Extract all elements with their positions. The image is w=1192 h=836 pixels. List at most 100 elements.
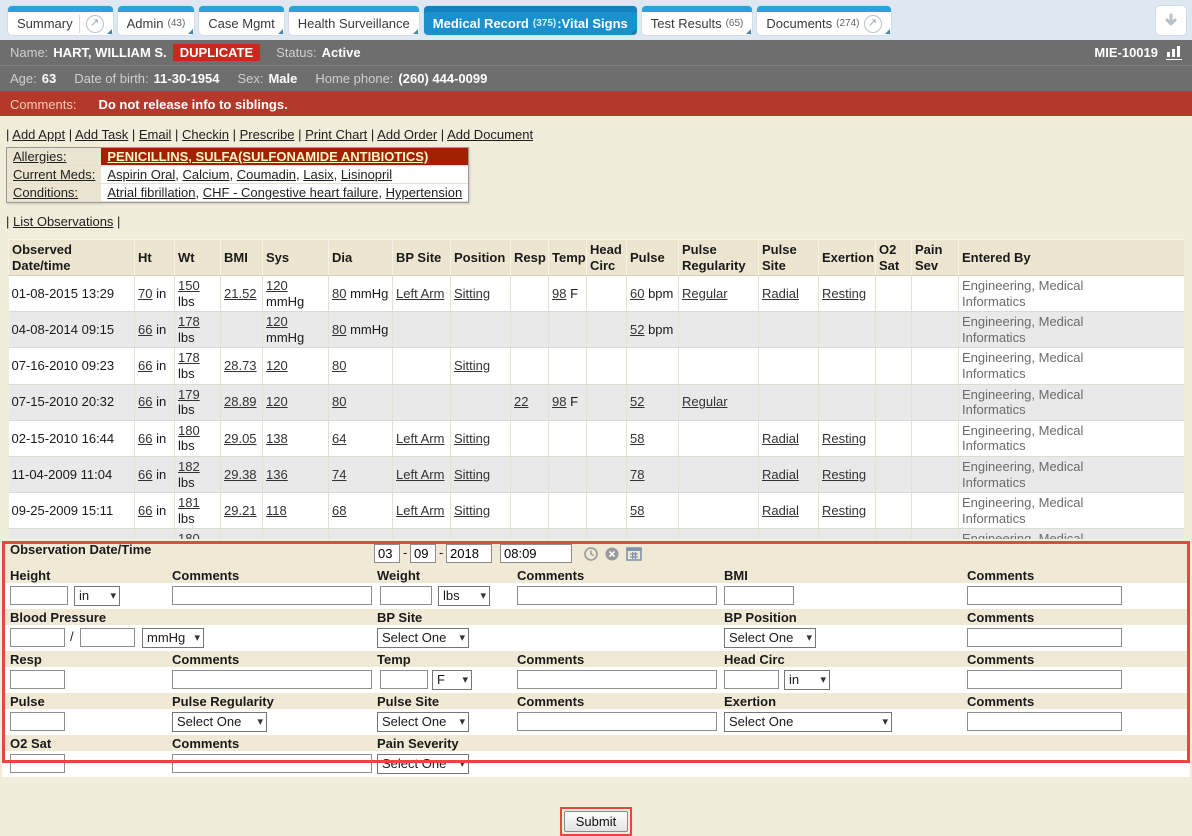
tab-documents[interactable]: Documents (274) ↗ [757, 6, 890, 35]
exertion-comments-input[interactable] [967, 712, 1122, 731]
observation-value-link[interactable]: 180 [178, 423, 200, 438]
observation-value-link[interactable]: Left Arm [396, 286, 444, 301]
head-circ-input[interactable] [724, 670, 779, 689]
current-meds-link[interactable]: Current Meds: [13, 167, 95, 182]
action-link-checkin[interactable]: Checkin [182, 127, 229, 142]
exertion-select[interactable]: Select One [724, 712, 892, 732]
observation-value-link[interactable]: 98 [552, 286, 566, 301]
observation-value-link[interactable]: 118 [266, 503, 287, 518]
med-link[interactable]: Lisinopril [341, 167, 392, 182]
observation-value-link[interactable]: Left Arm [396, 467, 444, 482]
observation-value-link[interactable]: 180 [178, 531, 200, 539]
observation-value-link[interactable]: Sitting [454, 503, 490, 518]
condition-link[interactable]: Atrial fibrillation [107, 185, 195, 200]
bp-site-select[interactable]: Select One [377, 628, 469, 648]
bp-unit-select[interactable]: mmHg [142, 628, 204, 648]
clear-icon[interactable] [605, 547, 619, 561]
med-link[interactable]: Aspirin Oral [107, 167, 175, 182]
bar-chart-icon[interactable] [1166, 45, 1182, 60]
condition-link[interactable]: Hypertension [386, 185, 463, 200]
observation-value-link[interactable]: 29.21 [224, 503, 257, 518]
resp-comments-input[interactable] [172, 670, 372, 689]
observation-value-link[interactable]: 178 [178, 314, 200, 329]
observation-value-link[interactable]: 182 [178, 459, 200, 474]
action-link-email[interactable]: Email [139, 127, 172, 142]
observation-value-link[interactable]: 74 [332, 467, 346, 482]
observation-value-link[interactable]: Regular [682, 286, 728, 301]
observation-value-link[interactable]: 181 [178, 495, 200, 510]
observation-value-link[interactable]: Sitting [454, 467, 490, 482]
resp-input[interactable] [10, 670, 65, 689]
date-year-input[interactable] [446, 544, 492, 563]
tab-health-surveillance[interactable]: Health Surveillance [289, 6, 419, 35]
action-link-add-appt[interactable]: Add Appt [12, 127, 65, 142]
time-input[interactable] [500, 544, 572, 563]
bp-systolic-input[interactable] [10, 628, 65, 647]
observation-value-link[interactable]: 52 [630, 322, 644, 337]
action-link-add-document[interactable]: Add Document [447, 127, 533, 142]
observation-value-link[interactable]: 120 [266, 278, 288, 293]
observation-value-link[interactable]: 60 [630, 286, 644, 301]
observation-value-link[interactable]: 66 [138, 358, 152, 373]
observation-value-link[interactable]: 29.05 [224, 431, 257, 446]
observation-value-link[interactable]: Sitting [454, 358, 490, 373]
expand-panel-button[interactable] [1156, 6, 1186, 35]
observation-value-link[interactable]: Regular [682, 394, 728, 409]
observation-value-link[interactable]: 66 [138, 322, 152, 337]
observation-value-link[interactable]: Resting [822, 286, 866, 301]
weight-comments-input[interactable] [517, 586, 717, 605]
head-circ-unit-select[interactable]: in [784, 670, 830, 690]
tab-case-mgmt[interactable]: Case Mgmt [199, 6, 283, 35]
conditions-link[interactable]: Conditions: [13, 185, 78, 200]
observation-value-link[interactable]: 66 [138, 467, 152, 482]
observation-value-link[interactable]: Left Arm [396, 503, 444, 518]
observation-value-link[interactable]: 80 [332, 394, 346, 409]
observation-value-link[interactable]: 66 [138, 431, 152, 446]
observation-value-link[interactable]: Resting [822, 431, 866, 446]
weight-unit-select[interactable]: lbs [438, 586, 490, 606]
condition-link[interactable]: CHF - Congestive heart failure [203, 185, 379, 200]
popout-icon[interactable]: ↗ [864, 15, 882, 33]
bp-position-select[interactable]: Select One [724, 628, 816, 648]
head-circ-comments-input[interactable] [967, 670, 1122, 689]
observation-value-link[interactable]: Sitting [454, 286, 490, 301]
observation-value-link[interactable]: 120 [266, 358, 288, 373]
observation-value-link[interactable]: Radial [762, 286, 799, 301]
observation-value-link[interactable]: 138 [266, 431, 288, 446]
pulse-comments-input[interactable] [517, 712, 717, 731]
observation-value-link[interactable]: 22 [514, 394, 528, 409]
observation-value-link[interactable]: 21.52 [224, 286, 257, 301]
observation-value-link[interactable]: 136 [266, 467, 288, 482]
observation-value-link[interactable]: 68 [332, 503, 346, 518]
date-month-input[interactable] [374, 544, 400, 563]
list-observations-link[interactable]: List Observations [13, 214, 113, 229]
action-link-print-chart[interactable]: Print Chart [305, 127, 367, 142]
temp-unit-select[interactable]: F [432, 670, 472, 690]
tab-test-results[interactable]: Test Results (65) [642, 6, 753, 35]
observation-value-link[interactable]: 80 [332, 322, 346, 337]
temp-comments-input[interactable] [517, 670, 717, 689]
height-comments-input[interactable] [172, 586, 372, 605]
observation-value-link[interactable]: 29.38 [224, 467, 257, 482]
bp-comments-input[interactable] [967, 628, 1122, 647]
observation-value-link[interactable]: Radial [762, 431, 799, 446]
med-link[interactable]: Calcium [183, 167, 230, 182]
observation-value-link[interactable]: 52 [630, 394, 644, 409]
observation-value-link[interactable]: 70 [138, 286, 152, 301]
observation-value-link[interactable]: 78 [630, 467, 644, 482]
observation-value-link[interactable]: 66 [138, 503, 152, 518]
date-day-input[interactable] [410, 544, 436, 563]
observation-value-link[interactable]: 150 [178, 278, 200, 293]
observation-value-link[interactable]: Resting [822, 503, 866, 518]
clock-icon[interactable] [584, 547, 598, 561]
tab-admin[interactable]: Admin (43) [118, 6, 195, 35]
observation-value-link[interactable]: 98 [552, 394, 566, 409]
calendar-icon[interactable] [626, 546, 642, 561]
pain-severity-select[interactable]: Select One [377, 754, 469, 774]
pulse-regularity-select[interactable]: Select One [172, 712, 267, 732]
height-unit-select[interactable]: in [74, 586, 120, 606]
observation-value-link[interactable]: Radial [762, 467, 799, 482]
observation-value-link[interactable]: Left Arm [396, 431, 444, 446]
pulse-site-select[interactable]: Select One [377, 712, 469, 732]
bmi-comments-input[interactable] [967, 586, 1122, 605]
